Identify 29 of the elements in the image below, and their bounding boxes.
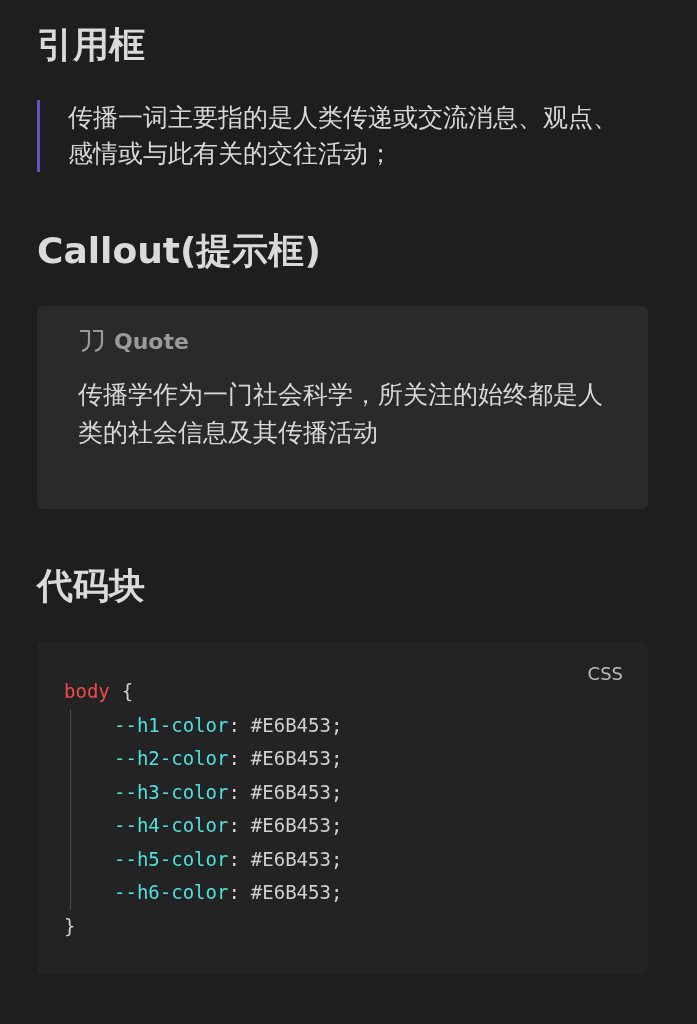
code-token: #E6B453;: [250, 813, 343, 838]
section-heading: Callout(提示框): [37, 229, 322, 273]
code-token: }: [64, 913, 76, 939]
code-token: #E6B453;: [250, 712, 343, 738]
code-token: body: [64, 679, 110, 704]
quote-icon: [78, 328, 106, 354]
code-token: :: [228, 846, 240, 872]
section-heading: 引用框: [37, 23, 146, 67]
section-heading: 代码块: [37, 564, 146, 608]
code-token: --h3-color: [114, 779, 229, 805]
code-token: :: [228, 779, 240, 805]
code-token: :: [228, 746, 240, 771]
code-token: --h6-color: [114, 880, 229, 905]
code-token: --h2-color: [114, 746, 229, 771]
code-token: :: [228, 712, 240, 738]
code-token: --h5-color: [114, 846, 229, 872]
code-token: :: [228, 880, 240, 905]
code-token: --h1-color: [114, 712, 229, 738]
language-label: CSS: [587, 663, 623, 684]
code-token: {: [121, 679, 134, 704]
callout-text: 传播学作为一门社会科学，所关注的始终都是人类的社会信息及其传播活动: [78, 379, 604, 449]
code-token: #E6B453;: [250, 880, 343, 905]
code-token: #E6B453;: [250, 779, 343, 805]
code-token: #E6B453;: [250, 846, 343, 872]
callout-title: Quote: [114, 328, 189, 354]
code-token: --h4-color: [114, 813, 229, 838]
code-token: :: [228, 813, 240, 838]
code-token: #E6B453;: [250, 746, 343, 771]
quote-text: 传播一词主要指的是人类传递或交流消息、观点、感情或与此有关的交往活动；: [68, 102, 619, 170]
